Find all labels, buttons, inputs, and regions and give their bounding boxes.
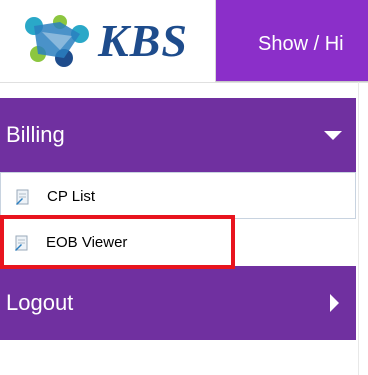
caret-down-icon (324, 131, 342, 140)
divider (358, 82, 359, 375)
logout-label: Logout (6, 290, 74, 315)
sidebar-item-label: EOB Viewer (46, 234, 128, 251)
caret-right-icon (330, 294, 339, 312)
sidebar-item-eob-viewer[interactable]: EOB Viewer (0, 219, 356, 266)
document-icon (16, 189, 29, 205)
show-hide-label: Show / Hi (258, 33, 344, 55)
logo-area[interactable]: KBS (0, 0, 216, 82)
sidebar-item-cp-list[interactable]: CP List (0, 172, 356, 219)
document-icon (15, 235, 28, 251)
kbs-logo-icon (25, 15, 89, 67)
logo-text: KBS (98, 15, 188, 66)
sidebar-section-billing[interactable]: Billing (0, 98, 356, 172)
billing-label: Billing (6, 122, 65, 147)
sidebar-item-label: CP List (47, 188, 96, 205)
top-bar: KBS Show / Hi (0, 0, 368, 82)
show-hide-button[interactable]: Show / Hi (216, 0, 368, 82)
sidebar-section-logout[interactable]: Logout (0, 266, 356, 340)
divider (0, 82, 368, 83)
